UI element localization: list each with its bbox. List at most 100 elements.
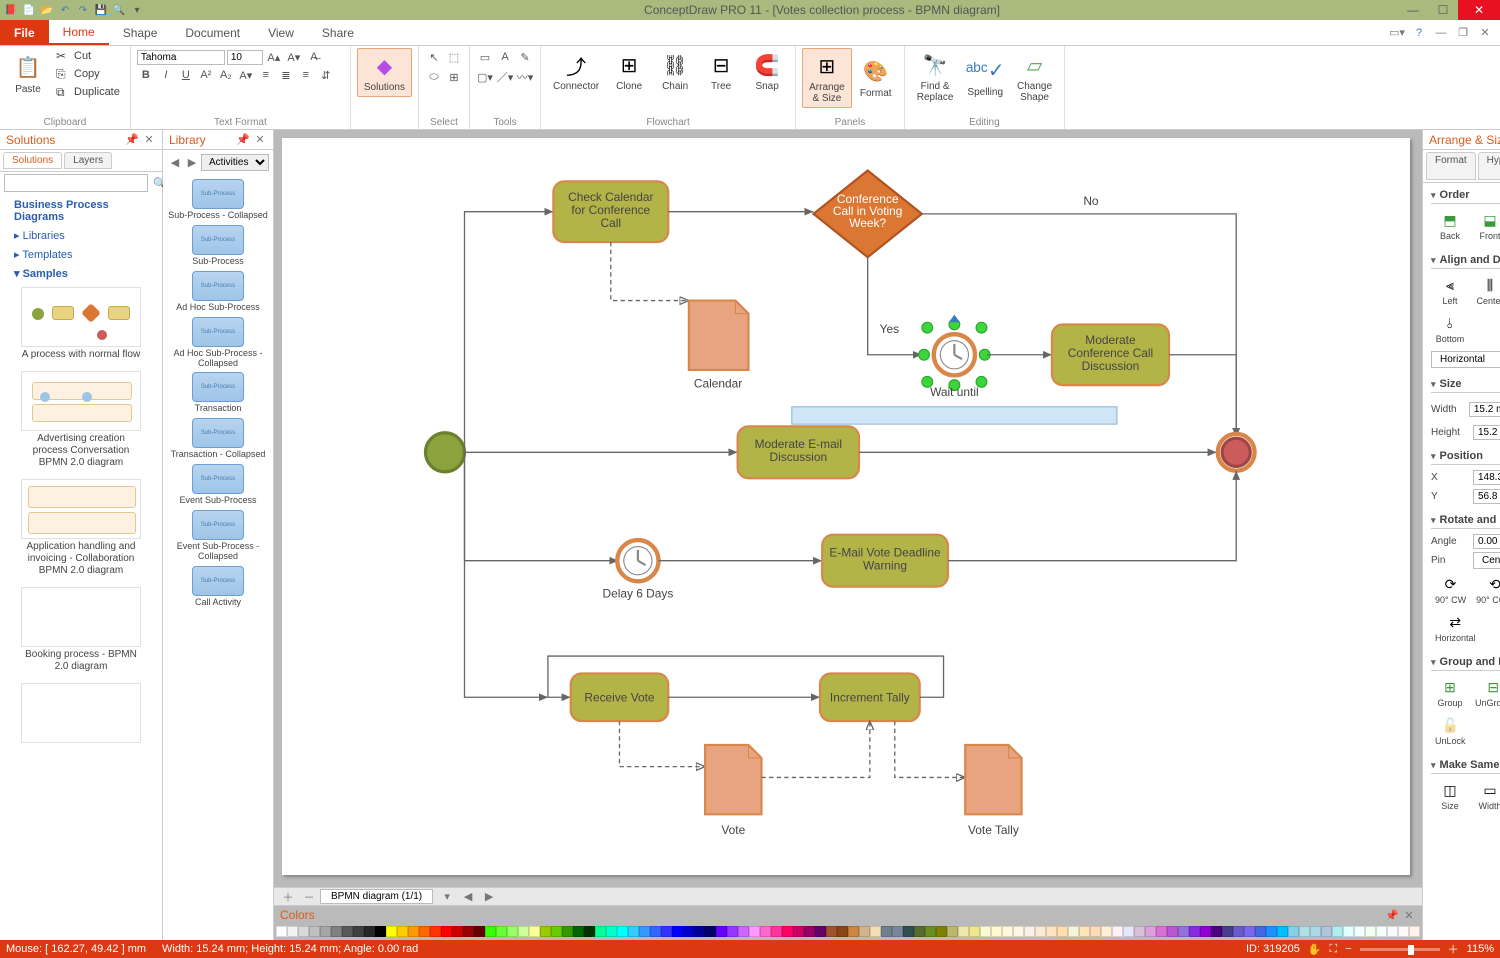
color-swatch[interactable] — [1343, 926, 1354, 937]
select-lasso-icon[interactable]: ⬭ — [425, 68, 443, 86]
underline-button[interactable]: U — [177, 66, 195, 84]
color-swatch[interactable] — [1013, 926, 1024, 937]
tree-samples[interactable]: ▾ Samples — [6, 264, 156, 283]
align-center-button[interactable]: ⫼Center — [1471, 273, 1500, 309]
remove-sheet-icon[interactable]: － — [302, 890, 316, 904]
doc-vote[interactable] — [705, 745, 761, 814]
tool-text-icon[interactable]: A — [496, 48, 514, 66]
align-right-button[interactable]: ≡ — [297, 66, 315, 84]
color-swatch[interactable] — [408, 926, 419, 937]
tab-shape[interactable]: Shape — [109, 20, 172, 45]
tree-libraries[interactable]: ▸ Libraries — [6, 226, 156, 245]
y-input[interactable] — [1473, 489, 1500, 504]
duplicate-button[interactable]: ⧉Duplicate — [52, 84, 124, 100]
tab-format[interactable]: Format — [1426, 152, 1476, 180]
snap-button[interactable]: 🧲Snap — [745, 48, 789, 95]
color-swatch[interactable] — [837, 926, 848, 937]
color-swatch[interactable] — [1244, 926, 1255, 937]
color-swatch[interactable] — [309, 926, 320, 937]
color-swatch[interactable] — [1398, 926, 1409, 937]
color-swatch[interactable] — [397, 926, 408, 937]
color-swatch[interactable] — [474, 926, 485, 937]
color-swatch[interactable] — [716, 926, 727, 937]
color-swatch[interactable] — [848, 926, 859, 937]
color-swatch[interactable] — [672, 926, 683, 937]
library-item[interactable]: Sub-ProcessEvent Sub-Process - Collapsed — [168, 510, 268, 562]
order-back-button[interactable]: ⬒Back — [1431, 208, 1469, 244]
doc-calendar[interactable] — [689, 301, 749, 370]
canvas-viewport[interactable]: Check Calendarfor ConferenceCall Confere… — [274, 130, 1422, 887]
makesame-size-button[interactable]: ◫Size — [1431, 778, 1469, 814]
subscript-button[interactable]: A₂ — [217, 66, 235, 84]
align-bottom-button[interactable]: ⫰Bottom — [1431, 311, 1469, 347]
new-icon[interactable]: 📄 — [22, 3, 36, 17]
color-swatch[interactable] — [430, 926, 441, 937]
color-swatch[interactable] — [551, 926, 562, 937]
color-swatch[interactable] — [1035, 926, 1046, 937]
color-swatch[interactable] — [969, 926, 980, 937]
color-swatch[interactable] — [496, 926, 507, 937]
close-button[interactable]: ✕ — [1458, 0, 1500, 20]
rotate-ccw-button[interactable]: ⟲90° CCW — [1472, 572, 1500, 608]
color-swatch[interactable] — [518, 926, 529, 937]
flip-horizontal-button[interactable]: ⇄Horizontal — [1431, 610, 1480, 646]
zoom-in-icon[interactable]: ＋ — [1448, 941, 1459, 957]
sample-thumb[interactable] — [16, 679, 146, 747]
close-panel-icon[interactable]: ✕ — [1402, 908, 1416, 922]
color-swatch[interactable] — [749, 926, 760, 937]
redo-icon[interactable]: ↷ — [76, 3, 90, 17]
color-swatch[interactable] — [1024, 926, 1035, 937]
pin-icon[interactable]: 📌 — [125, 133, 139, 147]
copy-button[interactable]: ⎘Copy — [52, 66, 124, 82]
library-item[interactable]: Sub-ProcessTransaction — [192, 372, 244, 414]
color-swatch[interactable] — [331, 926, 342, 937]
color-swatch[interactable] — [826, 926, 837, 937]
window-min-icon[interactable]: — — [1432, 24, 1450, 42]
tab-hypernote[interactable]: Hypernote — [1478, 152, 1500, 180]
format-panel-button[interactable]: 🎨Format — [854, 55, 898, 102]
color-swatch[interactable] — [1046, 926, 1057, 937]
color-swatch[interactable] — [661, 926, 672, 937]
bold-button[interactable]: B — [137, 66, 155, 84]
zoom-slider[interactable] — [1360, 948, 1440, 951]
color-swatch[interactable] — [1178, 926, 1189, 937]
font-color-button[interactable]: A▾ — [237, 66, 255, 84]
qat-dropdown-icon[interactable]: ▾ — [130, 3, 144, 17]
lib-prev-icon[interactable]: ◀ — [168, 156, 182, 170]
select-arrow-icon[interactable]: ↖ — [425, 48, 443, 66]
color-swatch[interactable] — [320, 926, 331, 937]
color-swatch[interactable] — [683, 926, 694, 937]
color-swatch[interactable] — [1409, 926, 1420, 937]
font-combo[interactable] — [137, 50, 225, 65]
color-swatch[interactable] — [738, 926, 749, 937]
align-left-button[interactable]: ⫷Left — [1431, 273, 1469, 309]
windows-icon[interactable]: ▭▾ — [1388, 24, 1406, 42]
color-swatch[interactable] — [617, 926, 628, 937]
color-swatch[interactable] — [364, 926, 375, 937]
close-panel-icon[interactable]: ✕ — [253, 133, 267, 147]
color-swatch[interactable] — [1079, 926, 1090, 937]
pin-select[interactable]: Center-Center — [1473, 552, 1500, 569]
tab-solutions-inner[interactable]: Solutions — [3, 152, 62, 169]
library-item[interactable]: Sub-ProcessAd Hoc Sub-Process — [176, 271, 260, 313]
window-restore-icon[interactable]: ❐ — [1454, 24, 1472, 42]
tool-line-icon[interactable]: ／▾ — [496, 68, 514, 86]
pin-icon[interactable]: 📌 — [236, 133, 250, 147]
canvas-page[interactable]: Check Calendarfor ConferenceCall Confere… — [282, 138, 1410, 875]
color-swatch[interactable] — [639, 926, 650, 937]
find-replace-button[interactable]: 🔭Find &Replace — [911, 48, 960, 106]
solutions-search-input[interactable] — [4, 174, 148, 192]
color-swatch[interactable] — [584, 926, 595, 937]
color-swatch[interactable] — [1101, 926, 1112, 937]
window-close-icon[interactable]: ✕ — [1476, 24, 1494, 42]
sample-thumb[interactable]: Advertising creation process Conversatio… — [16, 367, 146, 473]
change-shape-button[interactable]: ▱ChangeShape — [1011, 48, 1058, 106]
color-swatch[interactable] — [1332, 926, 1343, 937]
color-swatch[interactable] — [298, 926, 309, 937]
height-input[interactable] — [1473, 425, 1500, 440]
spelling-button[interactable]: ᵃᵇᶜ✓Spelling — [961, 54, 1009, 101]
start-event[interactable] — [425, 433, 464, 472]
ungroup-button[interactable]: ⊟UnGroup — [1471, 675, 1500, 711]
color-swatch[interactable] — [1002, 926, 1013, 937]
tree-button[interactable]: ⊟Tree — [699, 48, 743, 95]
